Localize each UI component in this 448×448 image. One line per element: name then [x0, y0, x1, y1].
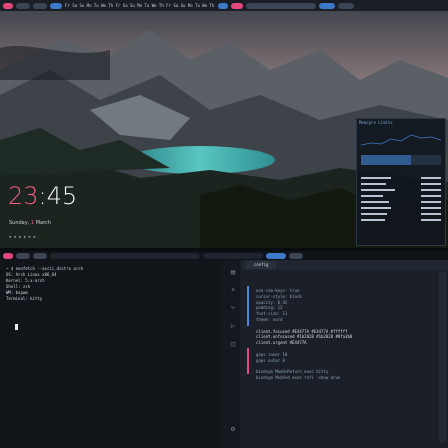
- clock-separator: :: [38, 182, 47, 210]
- source-control-icon[interactable]: ⑂: [229, 304, 237, 312]
- terminal-window[interactable]: ~ $ neofetch --ascii_distro arch OS: Arc…: [0, 260, 223, 448]
- terminal-line: Terminal: kitty: [6, 296, 43, 301]
- editor-gutter: [243, 278, 253, 448]
- memory-graph: [361, 155, 441, 165]
- date-day: Sunday,: [9, 220, 30, 226]
- tray-group: [246, 2, 316, 9]
- clock-minute: 45: [46, 182, 78, 210]
- clock-chip[interactable]: [319, 2, 335, 9]
- system-monitor-widget: Mem/pro Limits: [356, 118, 446, 246]
- clock-chip[interactable]: [266, 252, 286, 259]
- window-title-area: [50, 252, 200, 259]
- process-list: [361, 177, 441, 221]
- desktop-top-screen: Fr Sa Su Mo Tu We Th Fr Sa Su Mo Tu We T…: [0, 0, 448, 248]
- cpu-graph: [361, 134, 441, 146]
- workspace-indicator[interactable]: [3, 252, 13, 259]
- editor-minimap[interactable]: [439, 272, 446, 442]
- debug-icon[interactable]: ▷: [229, 322, 237, 330]
- settings-icon[interactable]: ⚙: [229, 425, 237, 433]
- date-day-num: 1: [30, 220, 35, 226]
- code-line: bindsym Mod4+d exec rofi -show drun: [256, 374, 341, 380]
- activity-bar: ▤ ⌕ ⑂ ▷ ◫ ⚙: [226, 260, 240, 448]
- extensions-icon[interactable]: ◫: [229, 340, 237, 348]
- search-icon[interactable]: ⌕: [229, 286, 237, 294]
- code-editor-window[interactable]: ▤ ⌕ ⑂ ▷ ◫ ⚙ config use-vim-keys: true cu…: [226, 260, 448, 448]
- editor-tab[interactable]: config: [246, 261, 277, 269]
- files-icon[interactable]: ▤: [229, 268, 237, 276]
- date-decoration: ▪ ▪ ▪ ▪ ▪ ▪: [9, 234, 36, 239]
- git-change-marker: [247, 348, 249, 374]
- calendar-strip: Fr Sa Su Mo Tu We Th Fr Sa Su Mo Tu We T…: [65, 3, 215, 8]
- clock-hour: 23: [8, 182, 39, 210]
- git-change-marker: [247, 286, 249, 326]
- desktop-date: Sunday, 1 March: [9, 220, 51, 226]
- workspace-button[interactable]: [33, 2, 47, 9]
- workspace-indicator[interactable]: [3, 2, 13, 9]
- date-month: March: [35, 220, 51, 226]
- power-chip[interactable]: [289, 252, 303, 259]
- top-status-bar: Fr Sa Su Mo Tu We Th Fr Sa Su Mo Tu We T…: [0, 0, 448, 11]
- tray-group: [203, 252, 263, 259]
- tray-chip[interactable]: [218, 2, 228, 9]
- workspace-button[interactable]: [16, 252, 30, 259]
- widget-title: Mem/pro Limits: [359, 120, 393, 125]
- desktop-bottom-screen: ~ $ neofetch --ascii_distro arch OS: Arc…: [0, 251, 448, 448]
- power-chip[interactable]: [338, 2, 354, 9]
- editor-tab-strip: config: [242, 260, 448, 270]
- workspace-button[interactable]: [33, 252, 47, 259]
- workspace-button[interactable]: [16, 2, 30, 9]
- code-area[interactable]: use-vim-keys: true cursor-style: block o…: [256, 288, 438, 381]
- terminal-cursor: [15, 324, 18, 330]
- desktop-clock: 23:45: [8, 182, 77, 210]
- tray-chip[interactable]: [231, 2, 243, 9]
- bottom-status-bar: [0, 251, 448, 260]
- workspace-button-active[interactable]: [50, 2, 62, 9]
